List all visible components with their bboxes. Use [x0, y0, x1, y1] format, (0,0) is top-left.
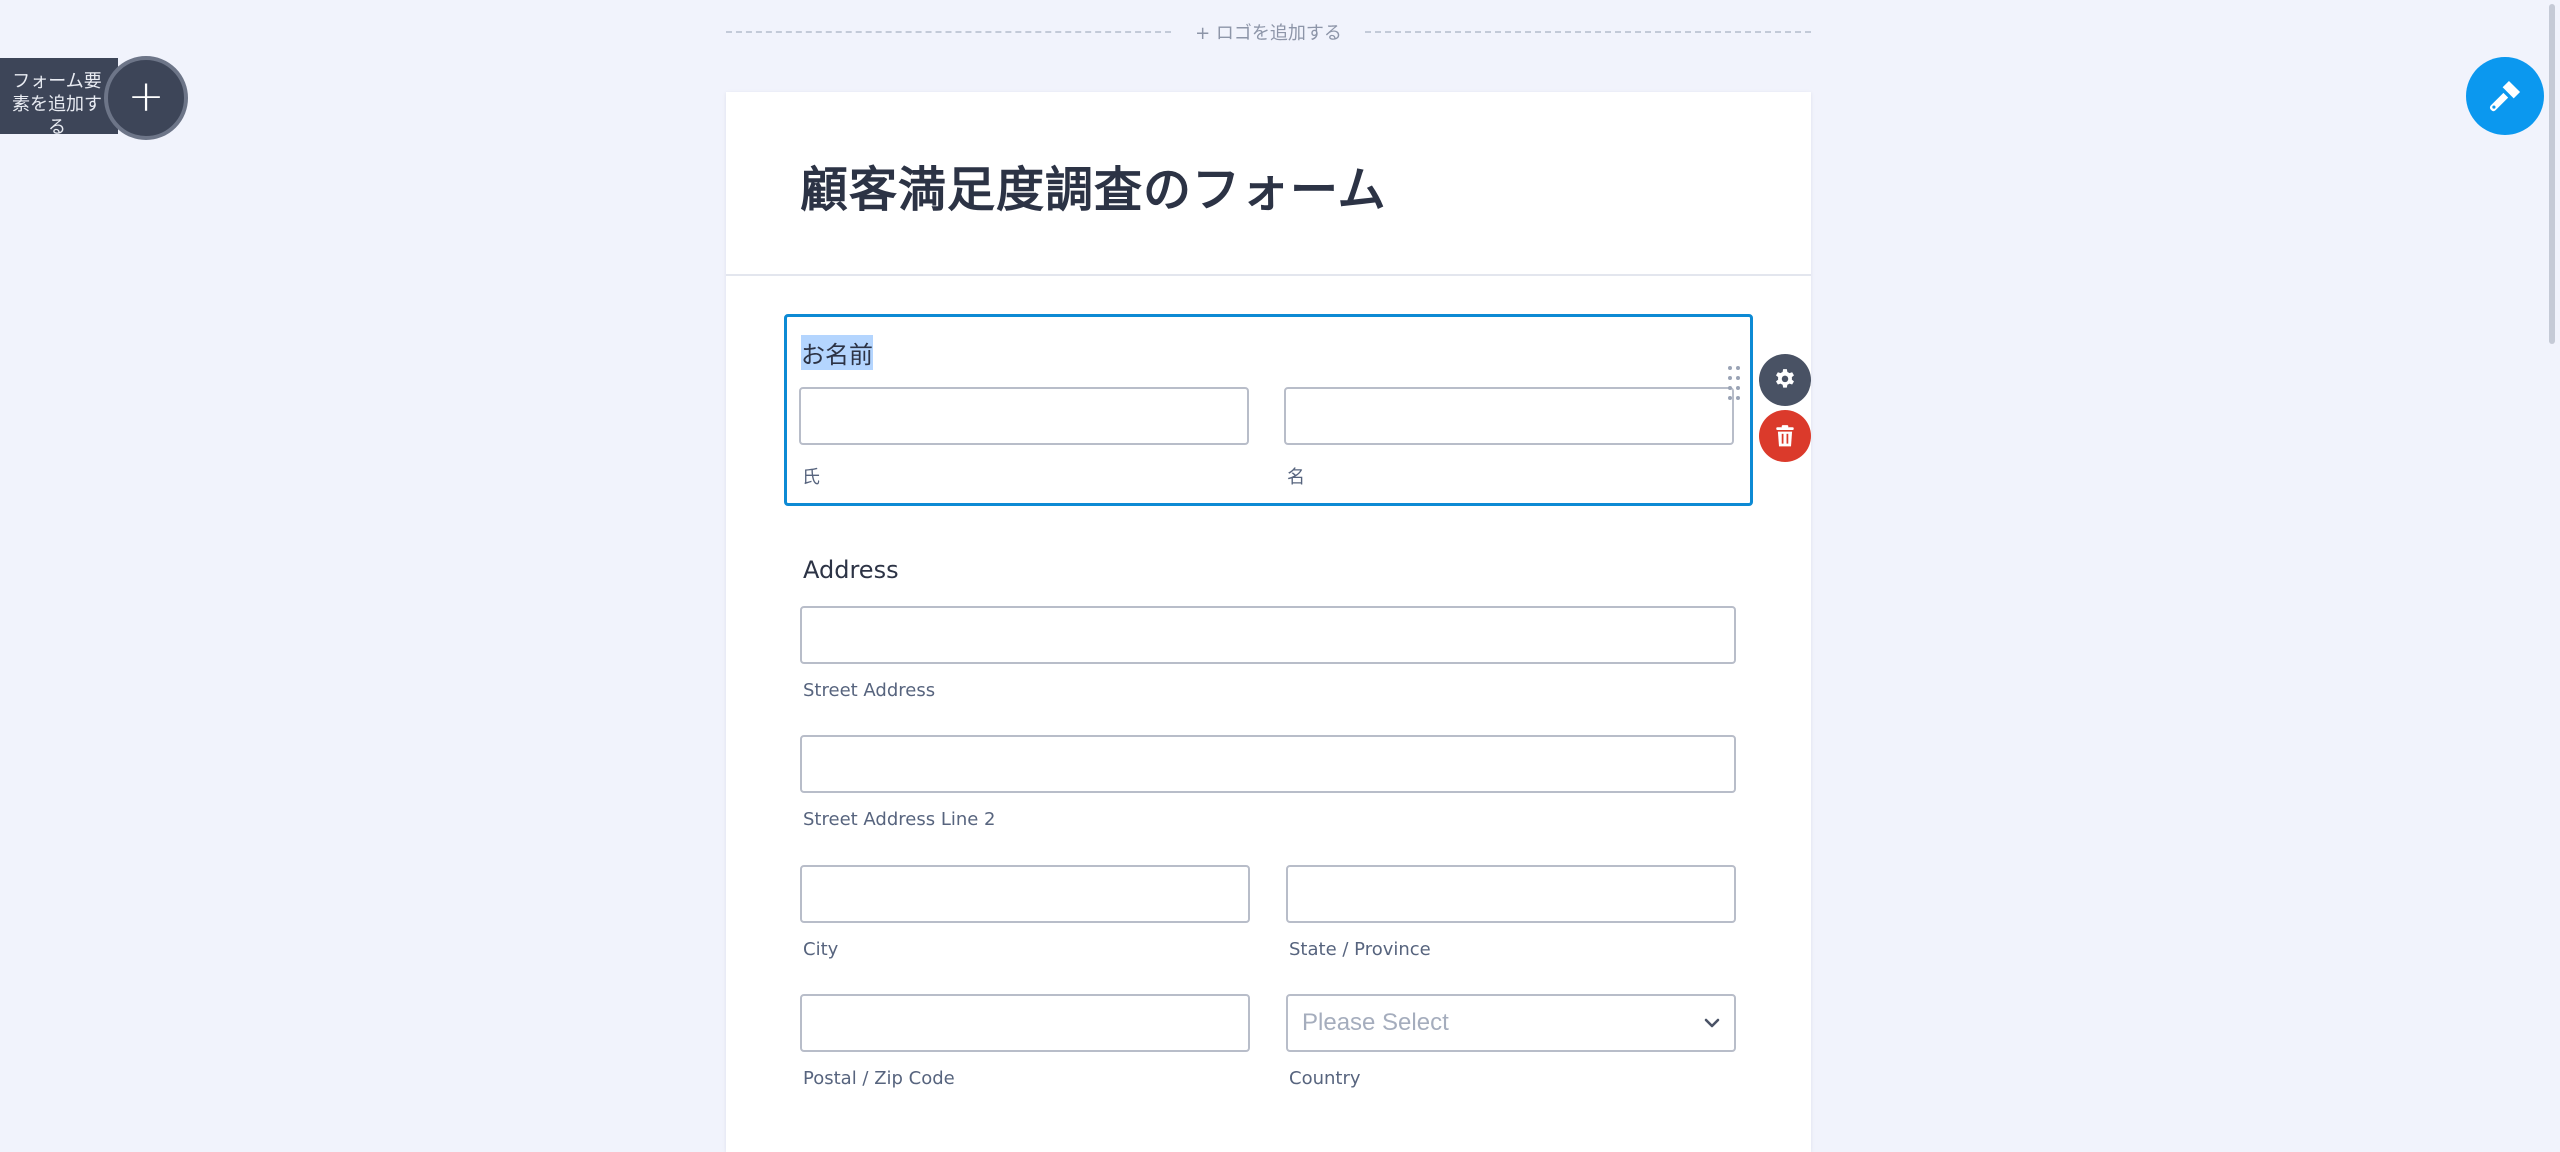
city-sublabel: City [803, 939, 839, 960]
paint-roller-icon [2489, 80, 2521, 112]
city-input[interactable] [800, 865, 1250, 923]
field-settings-button[interactable] [1759, 354, 1811, 406]
add-form-element-label[interactable]: フォーム要 素を追加す る [0, 58, 118, 134]
add-element-button[interactable]: + [104, 56, 188, 140]
gear-icon [1776, 369, 1794, 388]
country-select-placeholder: Please Select [1302, 1009, 1449, 1036]
field-delete-button[interactable] [1759, 410, 1811, 462]
state-province-input[interactable] [1286, 865, 1736, 923]
first-name-input[interactable] [799, 387, 1249, 445]
logo-divider-left [726, 31, 1171, 33]
form-card: 顧客満足度調査のフォーム お名前 氏 名 Address Street Addr… [726, 92, 1811, 1152]
street-address-line2-sublabel: Street Address Line 2 [803, 809, 996, 830]
street-address-input[interactable] [800, 606, 1736, 664]
name-field[interactable]: お名前 氏 名 [784, 314, 1753, 506]
country-select[interactable]: Please Select [1286, 994, 1736, 1052]
street-address-sublabel: Street Address [803, 680, 936, 701]
name-field-label[interactable]: お名前 [801, 335, 873, 370]
last-name-input[interactable] [1284, 387, 1734, 445]
logo-area: + ロゴを追加する [726, 18, 1811, 46]
form-header[interactable]: 顧客満足度調査のフォーム [726, 92, 1811, 276]
add-form-element-line-2: 素を追加す [12, 94, 102, 115]
postal-code-sublabel: Postal / Zip Code [803, 1068, 955, 1089]
page-scrollbar[interactable] [2546, 0, 2560, 1144]
first-name-sublabel: 氏 [802, 467, 820, 488]
drag-handle-icon[interactable] [1728, 364, 1742, 404]
scrollbar-thumb[interactable] [2549, 4, 2555, 344]
street-address-line2-input[interactable] [800, 735, 1736, 793]
postal-code-input[interactable] [800, 994, 1250, 1052]
last-name-sublabel: 名 [1287, 467, 1305, 488]
country-sublabel: Country [1289, 1068, 1361, 1089]
add-logo-link[interactable]: + ロゴを追加する [1186, 19, 1351, 45]
add-form-element-line-1: フォーム要 [12, 71, 102, 92]
add-form-element[interactable]: フォーム要 素を追加す る + [0, 56, 188, 140]
add-form-element-line-3: る [48, 117, 66, 134]
chevron-down-icon [1704, 1018, 1720, 1028]
state-province-sublabel: State / Province [1289, 939, 1431, 960]
form-title[interactable]: 顧客満足度調査のフォーム [800, 150, 1387, 220]
form-designer-button[interactable] [2466, 57, 2544, 135]
address-field-label[interactable]: Address [803, 556, 899, 584]
trash-icon [1776, 425, 1794, 447]
logo-divider-right [1365, 31, 1811, 33]
plus-icon: + [127, 71, 165, 122]
